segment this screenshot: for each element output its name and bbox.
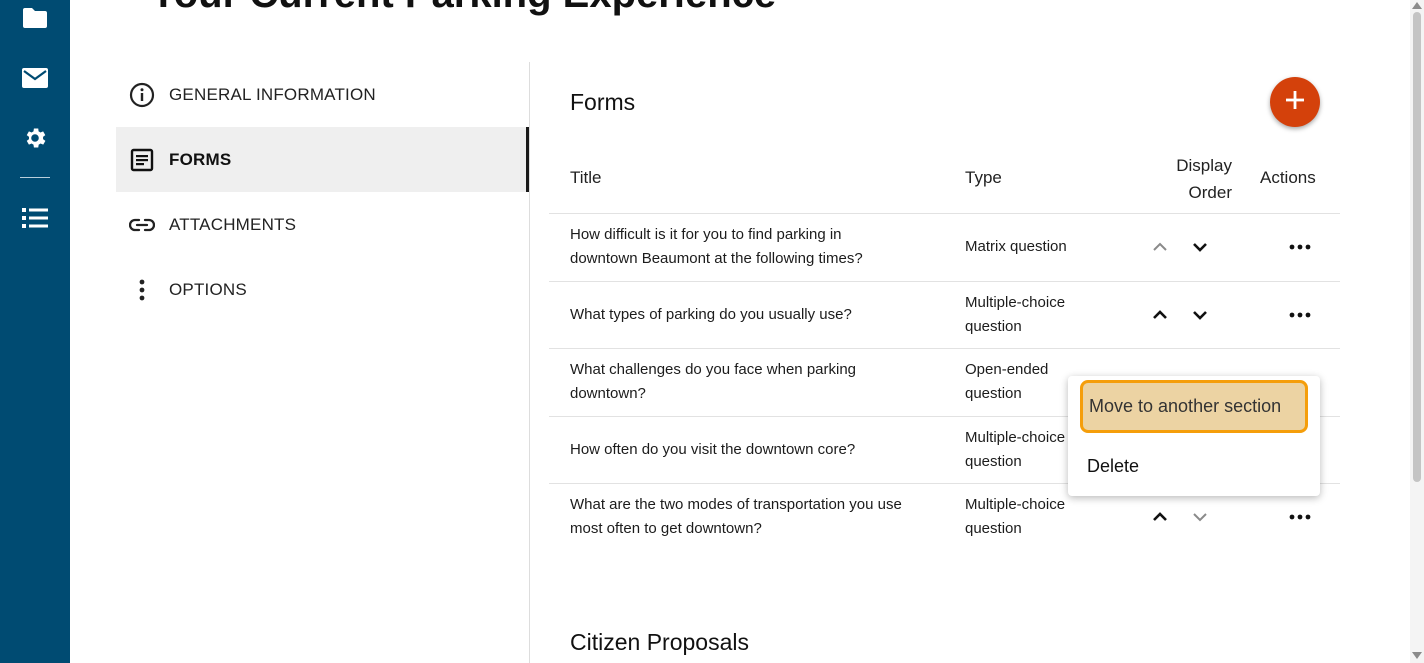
add-form-button[interactable] (1270, 77, 1320, 127)
form-type-cell: Open-ended question (965, 361, 1049, 403)
chevron-up-icon (1153, 242, 1167, 251)
rail-divider (20, 177, 50, 178)
form-title-cell: What are the two modes of transportation… (570, 496, 902, 538)
chevron-down-icon (1193, 310, 1207, 320)
menu-item-move-to-another-section[interactable]: Move to another section (1080, 380, 1308, 433)
citizen-proposals-heading: Citizen Proposals (570, 629, 749, 655)
more-horizontal-icon (1289, 514, 1311, 520)
move-down-button[interactable] (1189, 236, 1211, 258)
page-scrollbar[interactable] (1410, 0, 1424, 663)
panel-divider (529, 62, 530, 663)
info-icon (128, 81, 156, 109)
chevron-up-icon (1153, 512, 1167, 522)
move-down-button[interactable] (1189, 506, 1211, 528)
scrollbar-thumb[interactable] (1413, 12, 1421, 482)
page-title: Your Current Parking Experience (150, 0, 776, 17)
nav-item-label: OPTIONS (169, 279, 247, 299)
section-nav: GENERAL INFORMATION FORMS ATTACHMENTS OP… (116, 62, 529, 322)
form-type-cell: Multiple-choice question (965, 428, 1066, 470)
list-icon[interactable] (20, 203, 50, 233)
nav-item-label: GENERAL INFORMATION (169, 84, 376, 104)
nav-item-label: ATTACHMENTS (169, 214, 297, 234)
form-title-cell: How difficult is it for you to find park… (570, 226, 863, 268)
scroll-up-arrow-icon[interactable] (1412, 2, 1422, 9)
table-row: How difficult is it for you to find park… (549, 213, 1340, 281)
chevron-down-icon (1193, 243, 1207, 253)
form-type-cell: Multiple-choice question (965, 496, 1066, 538)
chevron-down-icon (1193, 513, 1207, 522)
nav-item-label: FORMS (169, 149, 232, 169)
row-actions-button[interactable] (1287, 304, 1313, 326)
gear-icon[interactable] (20, 123, 50, 153)
chevron-up-icon (1153, 309, 1167, 319)
nav-item-attachments[interactable]: ATTACHMENTS (116, 192, 529, 257)
form-type-cell: Matrix question (965, 238, 1067, 256)
column-header-actions: Actions (1260, 168, 1316, 187)
link-icon (128, 211, 156, 239)
nav-item-forms[interactable]: FORMS (116, 127, 529, 192)
mail-icon[interactable] (20, 63, 50, 93)
column-header-display-order: Display Order (1176, 156, 1232, 202)
form-title-cell: What challenges do you face when parking… (570, 361, 857, 403)
row-actions-button[interactable] (1287, 236, 1313, 258)
nav-item-options[interactable]: OPTIONS (116, 257, 529, 322)
form-title-cell: What types of parking do you usually use… (570, 305, 852, 323)
table-row: What types of parking do you usually use… (549, 280, 1340, 349)
form-title-cell: How often do you visit the downtown core… (570, 440, 856, 458)
more-vertical-icon (128, 276, 156, 304)
move-down-button[interactable] (1189, 304, 1211, 326)
column-header-title: Title (570, 168, 602, 187)
row-actions-button[interactable] (1287, 506, 1313, 528)
move-up-button[interactable] (1149, 236, 1171, 258)
form-type-cell: Multiple-choice question (965, 293, 1066, 335)
app-rail (0, 0, 70, 663)
plus-icon (1285, 90, 1305, 115)
move-up-button[interactable] (1149, 304, 1171, 326)
more-horizontal-icon (1289, 244, 1311, 250)
column-header-type: Type (965, 168, 1002, 187)
form-icon (128, 146, 156, 174)
move-up-button[interactable] (1149, 506, 1171, 528)
nav-item-general-information[interactable]: GENERAL INFORMATION (116, 62, 529, 127)
scroll-down-arrow-icon[interactable] (1412, 652, 1422, 659)
more-horizontal-icon (1289, 312, 1311, 318)
row-actions-menu: Move to another section Delete (1068, 376, 1320, 496)
menu-item-delete[interactable]: Delete (1068, 436, 1320, 496)
forms-heading: Forms (570, 89, 636, 115)
folder-icon[interactable] (20, 3, 50, 33)
